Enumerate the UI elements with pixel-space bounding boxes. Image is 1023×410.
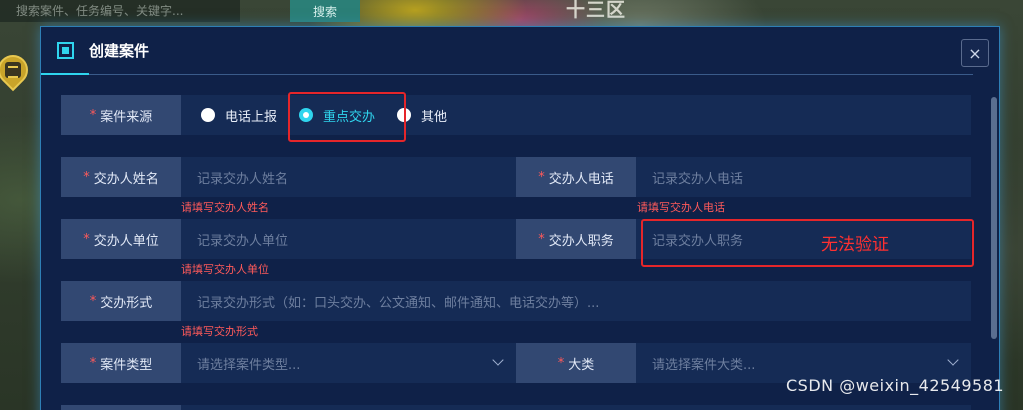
map-district-label: 十三区	[566, 0, 627, 21]
annotation-text: 无法验证	[821, 235, 889, 255]
assigner-unit-error: 请填写交办人单位	[181, 263, 269, 276]
assigner-phone-error: 请填写交办人电话	[637, 201, 725, 214]
watermark: CSDN @weixin_42549581	[786, 376, 1005, 395]
assigner-name-error: 请填写交办人姓名	[181, 201, 269, 214]
map-search-input[interactable]: 搜索案件、任务编号、关键字...	[0, 0, 240, 22]
assigner-phone-input[interactable]: 记录交办人电话	[636, 157, 971, 197]
assigner-phone-label: * 交办人电话	[516, 157, 636, 197]
category-label: * 大类	[516, 343, 636, 383]
next-row-field	[181, 405, 971, 410]
create-case-modal: 创建案件 × * 案件来源 电话上报 重点交办 其他 * 交办人姓名 记录交办人…	[40, 26, 1000, 410]
header-accent	[41, 73, 89, 75]
modal-title: 创建案件	[89, 42, 150, 60]
annotation-box-selected-radio	[288, 92, 406, 142]
close-button[interactable]: ×	[961, 39, 989, 67]
assign-method-label: * 交办形式	[61, 281, 181, 321]
case-source-label: * 案件来源	[61, 95, 181, 135]
required-mark: *	[89, 107, 97, 123]
radio-dot-icon	[201, 108, 215, 122]
map-search-button[interactable]: 搜索	[290, 0, 360, 22]
next-row-label	[61, 405, 181, 410]
radio-phone-report[interactable]: 电话上报	[201, 106, 277, 125]
assigner-name-label: * 交办人姓名	[61, 157, 181, 197]
frame-icon	[57, 42, 74, 59]
assigner-unit-label: * 交办人单位	[61, 219, 181, 259]
case-type-select[interactable]: 请选择案件类型...	[181, 343, 516, 383]
assigner-unit-input[interactable]: 记录交办人单位	[181, 219, 516, 259]
modal-header: 创建案件 ×	[41, 27, 999, 75]
assigner-name-input[interactable]: 记录交办人姓名	[181, 157, 516, 197]
assigner-position-label: * 交办人职务	[516, 219, 636, 259]
annotation-box-position	[641, 219, 974, 267]
case-type-label: * 案件类型	[61, 343, 181, 383]
scrollbar[interactable]	[991, 97, 997, 339]
case-source-row: * 案件来源 电话上报 重点交办 其他	[61, 95, 971, 135]
assign-method-error: 请填写交办形式	[181, 325, 258, 338]
assign-method-input[interactable]: 记录交办形式（如：口头交办、公文通知、邮件通知、电话交办等）...	[181, 281, 971, 321]
map-pin-icon[interactable]	[0, 48, 35, 97]
header-divider	[41, 74, 973, 75]
